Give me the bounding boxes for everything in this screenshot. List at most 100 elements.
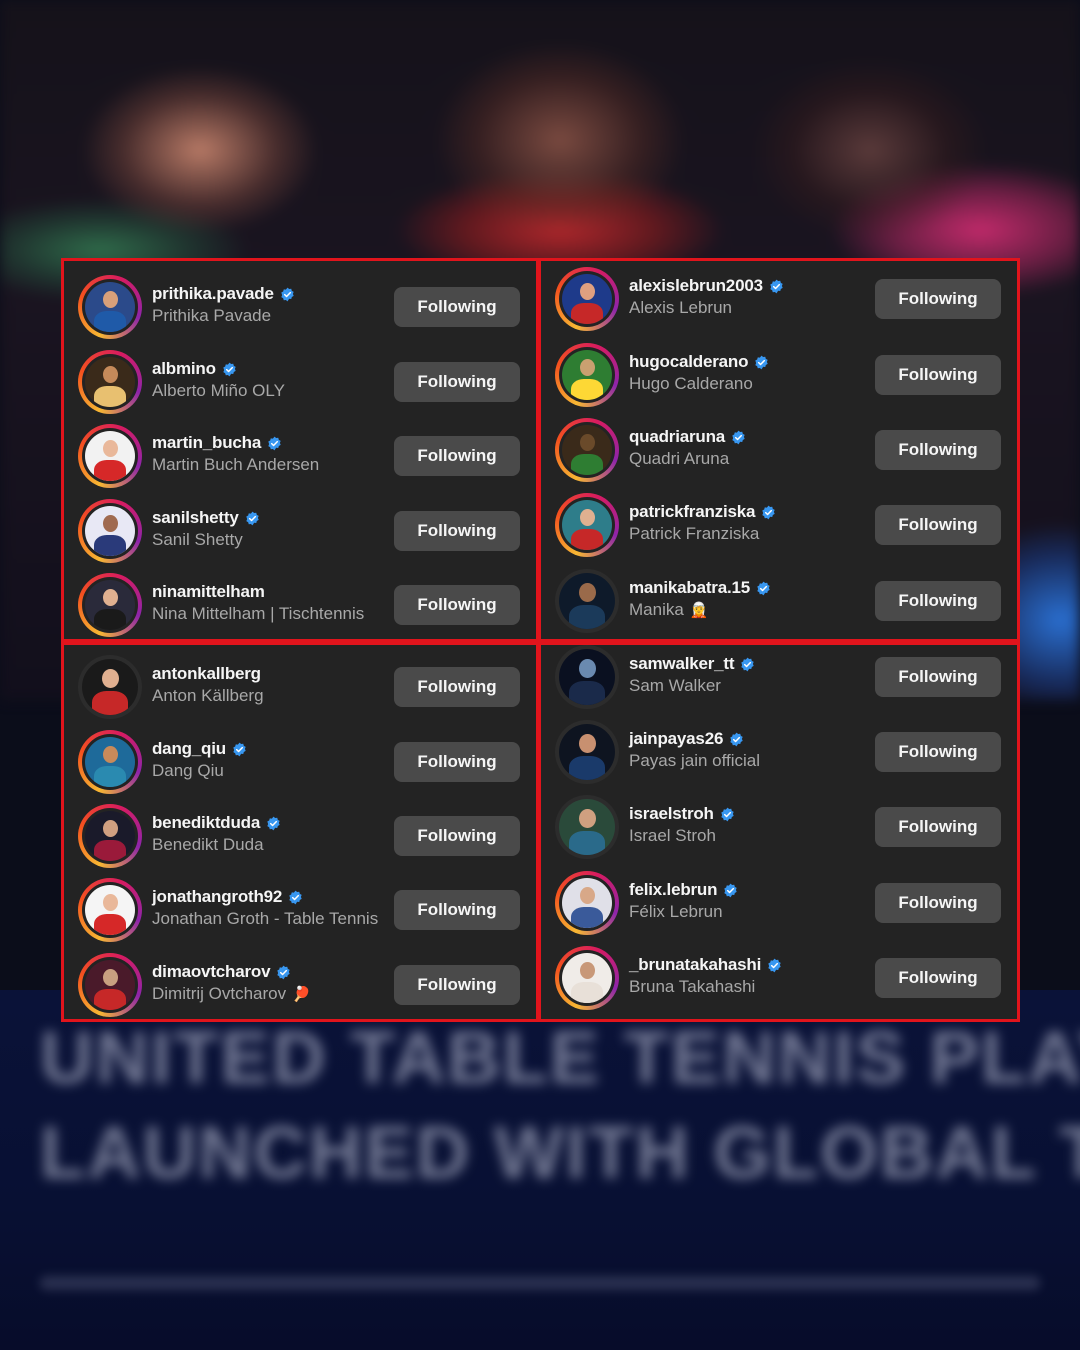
account-names: patrickfranziska Patrick Franziska — [629, 501, 776, 544]
username-link[interactable]: quadriaruna — [629, 427, 725, 447]
username-link[interactable]: _brunatakahashi — [629, 955, 761, 975]
username-link[interactable]: dimaovtcharov — [152, 962, 271, 982]
following-panel-1: prithika.pavade Prithika Pavade Following a… — [61, 258, 539, 642]
following-button[interactable]: Following — [394, 287, 520, 327]
username-link[interactable]: sanilshetty — [152, 508, 239, 528]
avatar[interactable] — [555, 569, 619, 633]
following-button[interactable]: Following — [394, 511, 520, 551]
following-button[interactable]: Following — [875, 807, 1001, 847]
following-button[interactable]: Following — [394, 965, 520, 1005]
following-button[interactable]: Following — [875, 883, 1001, 923]
account-row: hugocalderano Hugo Calderano Following — [541, 343, 1017, 407]
avatar-photo — [85, 282, 135, 332]
verified-badge-icon — [754, 355, 769, 370]
avatar-figure-face — [103, 515, 118, 532]
avatar[interactable] — [78, 878, 142, 942]
username-link[interactable]: dang_qiu — [152, 739, 226, 759]
avatar[interactable] — [555, 645, 619, 709]
following-button[interactable]: Following — [394, 585, 520, 625]
avatar[interactable] — [78, 350, 142, 414]
following-button[interactable]: Following — [394, 816, 520, 856]
avatar[interactable] — [78, 953, 142, 1017]
avatar[interactable] — [555, 720, 619, 784]
verified-badge-icon — [232, 742, 247, 757]
avatar[interactable] — [78, 573, 142, 637]
display-name-text: Jonathan Groth - Table Tennis — [152, 909, 379, 928]
avatar-photo — [82, 659, 138, 715]
display-name-text: Hugo Calderano — [629, 374, 753, 393]
following-button[interactable]: Following — [875, 958, 1001, 998]
avatar-figure-body — [94, 311, 126, 332]
username-link[interactable]: hugocalderano — [629, 352, 748, 372]
username-link[interactable]: felix.lebrun — [629, 880, 717, 900]
following-button[interactable]: Following — [394, 742, 520, 782]
following-button[interactable]: Following — [394, 436, 520, 476]
avatar[interactable] — [78, 655, 142, 719]
avatar[interactable] — [78, 424, 142, 488]
username-link[interactable]: albmino — [152, 359, 216, 379]
username-link[interactable]: benediktduda — [152, 813, 260, 833]
following-button[interactable]: Following — [875, 355, 1001, 395]
avatar-figure-body — [571, 303, 603, 324]
username-line: ninamittelham — [152, 581, 364, 603]
verified-badge-icon — [729, 732, 744, 747]
username-link[interactable]: antonkallberg — [152, 664, 261, 684]
account-names: _brunatakahashi Bruna Takahashi — [629, 954, 782, 997]
avatar-figure-face — [103, 291, 118, 308]
avatar-photo — [85, 580, 135, 630]
display-name: Israel Stroh — [629, 826, 735, 846]
account-names: felix.lebrun Félix Lebrun — [629, 879, 738, 922]
username-link[interactable]: jonathangroth92 — [152, 887, 282, 907]
display-name-text: Israel Stroh — [629, 826, 716, 845]
avatar[interactable] — [555, 946, 619, 1010]
avatar[interactable] — [555, 418, 619, 482]
avatar[interactable] — [78, 804, 142, 868]
following-button[interactable]: Following — [875, 505, 1001, 545]
username-link[interactable]: samwalker_tt — [629, 654, 735, 674]
following-button[interactable]: Following — [875, 581, 1001, 621]
display-name: Benedikt Duda — [152, 835, 281, 855]
verified-badge-icon — [280, 287, 295, 302]
following-button[interactable]: Following — [394, 890, 520, 930]
username-link[interactable]: ninamittelham — [152, 582, 265, 602]
avatar-figure-body — [569, 605, 605, 629]
avatar[interactable] — [555, 871, 619, 935]
avatar[interactable] — [78, 730, 142, 794]
username-link[interactable]: patrickfranziska — [629, 502, 755, 522]
avatar-frame — [555, 795, 619, 859]
avatar-frame — [82, 354, 138, 410]
username-link[interactable]: jainpayas26 — [629, 729, 723, 749]
username-link[interactable]: prithika.pavade — [152, 284, 274, 304]
display-name-text: Dimitrij Ovtcharov — [152, 984, 287, 1003]
display-name-text: Alberto Miño OLY — [152, 381, 285, 400]
avatar-figure-body — [569, 756, 605, 780]
avatar-frame — [82, 882, 138, 938]
username-link[interactable]: israelstroh — [629, 804, 714, 824]
avatar[interactable] — [555, 795, 619, 859]
avatar[interactable] — [78, 499, 142, 563]
following-button[interactable]: Following — [875, 657, 1001, 697]
avatar[interactable] — [555, 343, 619, 407]
display-name: Dang Qiu — [152, 761, 247, 781]
avatar-photo — [562, 274, 612, 324]
username-link[interactable]: martin_bucha — [152, 433, 261, 453]
avatar[interactable] — [78, 275, 142, 339]
following-button[interactable]: Following — [875, 732, 1001, 772]
avatar-frame — [82, 428, 138, 484]
name-emoji-icon: 🏓 — [292, 986, 311, 1003]
avatar[interactable] — [555, 493, 619, 557]
following-button[interactable]: Following — [875, 430, 1001, 470]
username-line: dang_qiu — [152, 738, 247, 760]
username-line: felix.lebrun — [629, 879, 738, 901]
avatar[interactable] — [555, 267, 619, 331]
display-name: Bruna Takahashi — [629, 977, 782, 997]
username-link[interactable]: manikabatra.15 — [629, 578, 750, 598]
username-line: quadriaruna — [629, 426, 746, 448]
following-button[interactable]: Following — [394, 362, 520, 402]
username-link[interactable]: alexislebrun2003 — [629, 276, 763, 296]
avatar-frame — [559, 347, 615, 403]
username-line: sanilshetty — [152, 507, 260, 529]
following-button[interactable]: Following — [875, 279, 1001, 319]
avatar-figure-body — [569, 681, 605, 705]
following-button[interactable]: Following — [394, 667, 520, 707]
